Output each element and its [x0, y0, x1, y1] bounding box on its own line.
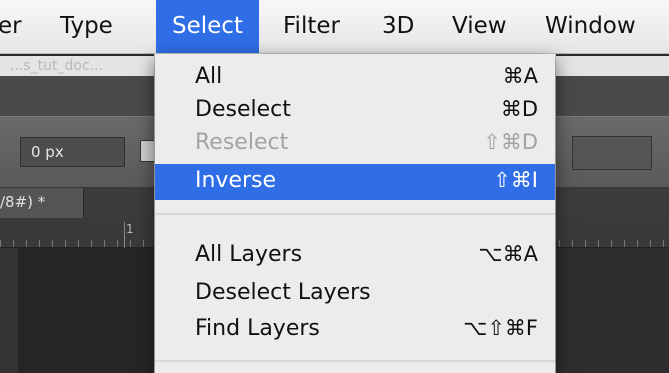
menu-type[interactable]: Type: [60, 0, 113, 54]
menu-separator: [155, 360, 555, 362]
vertical-ruler: [0, 248, 18, 373]
menu-item-shortcut: ⇧⌘I: [493, 168, 538, 192]
menu-item-label: Inverse: [195, 168, 277, 193]
menu-view[interactable]: View: [452, 0, 507, 54]
menu-item-label: All Layers: [195, 242, 303, 267]
menu-window[interactable]: Window: [545, 0, 636, 54]
menu-bar: er Type Select Filter 3D View Window: [0, 0, 669, 54]
menu-item-label: All: [195, 64, 223, 89]
menu-item-label: Deselect Layers: [195, 280, 371, 305]
document-title-faded: ...s_tut_doc...: [10, 58, 103, 74]
ruler-tick: [124, 222, 125, 248]
menu-select[interactable]: Select: [156, 0, 259, 54]
menu-item-label: Deselect: [195, 97, 291, 122]
menu-item-inverse[interactable]: Inverse ⇧⌘I: [155, 164, 555, 200]
menu-separator: [155, 213, 555, 215]
menu-item-find-layers[interactable]: Find Layers ⌥⇧⌘F: [155, 312, 555, 348]
menu-filter[interactable]: Filter: [283, 0, 340, 54]
side-panel: [555, 248, 669, 373]
feather-input[interactable]: 0 px: [20, 137, 125, 167]
menu-item-shortcut: ⌥⇧⌘F: [463, 316, 538, 340]
document-tab-label: /8#) *: [0, 193, 46, 211]
menu-item-deselect-layers[interactable]: Deselect Layers: [155, 276, 555, 312]
menu-item-deselect[interactable]: Deselect ⌘D: [155, 93, 555, 129]
options-field[interactable]: [572, 136, 652, 170]
ruler-label: 1: [126, 222, 134, 236]
menu-item-label: Reselect: [195, 130, 289, 155]
menu-3d[interactable]: 3D: [382, 0, 414, 54]
menu-item-label: Find Layers: [195, 316, 320, 341]
menu-item-shortcut: ⌘D: [500, 97, 538, 121]
menu-item-all-layers[interactable]: All Layers ⌥⌘A: [155, 238, 555, 274]
menu-item-shortcut: ⌥⌘A: [478, 242, 538, 266]
menu-item-all[interactable]: All ⌘A: [155, 60, 555, 96]
select-dropdown-menu: All ⌘A Deselect ⌘D Reselect ⇧⌘D Inverse …: [155, 54, 555, 373]
menu-item-shortcut: ⌘A: [502, 64, 538, 88]
menu-item-shortcut: ⇧⌘D: [483, 130, 538, 154]
menu-item-reselect: Reselect ⇧⌘D: [155, 126, 555, 162]
menu-layer[interactable]: er: [0, 0, 22, 54]
